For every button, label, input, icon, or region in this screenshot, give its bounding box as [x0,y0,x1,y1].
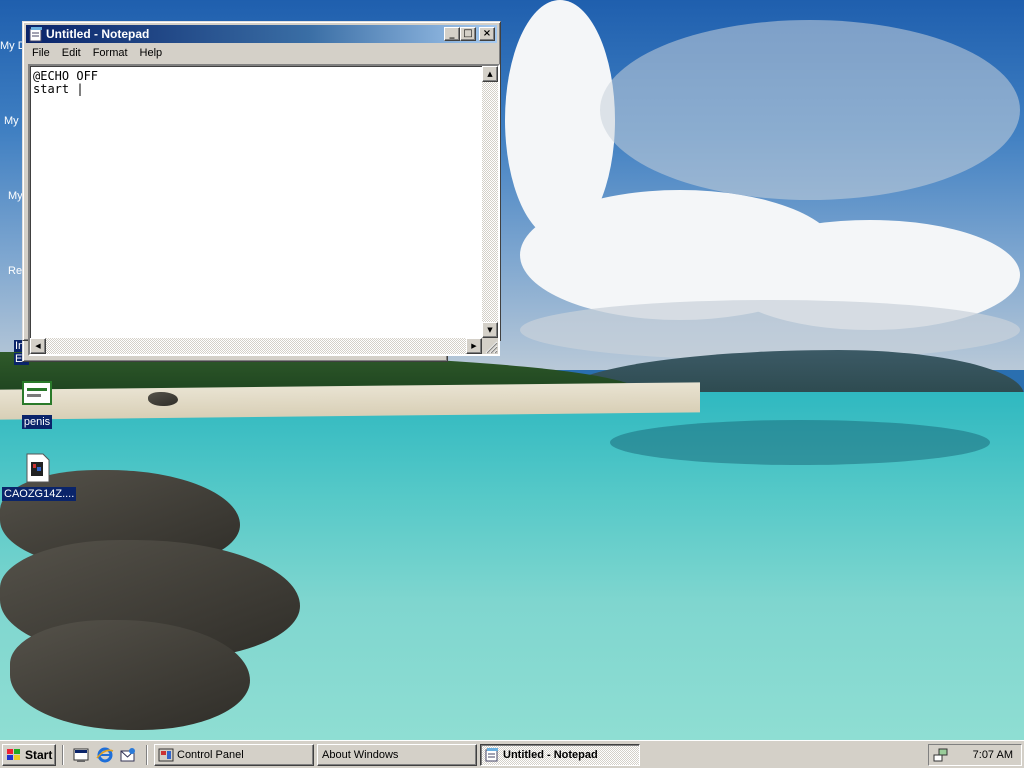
notepad-icon [485,748,498,762]
taskbar-separator [62,745,64,765]
menu-format[interactable]: Format [87,44,134,59]
scroll-down-button[interactable]: ▼ [482,322,498,338]
taskbar: Start Control Panel About Windows Untitl… [0,740,1024,768]
desktop-icon-label: CAOZG14Z.... [2,487,77,501]
windows-flag-icon [7,749,20,760]
desktop-icon-label-my-network[interactable]: My [8,190,23,202]
wallpaper-rock [148,392,178,406]
desktop-icon-label-recycle-bin[interactable]: Re [8,265,22,277]
desktop-icon-caozg14z[interactable]: CAOZG14Z.... [2,452,77,501]
menu-bar: File Edit Format Help [26,44,497,63]
scroll-up-button[interactable]: ▲ [482,66,498,82]
image-file-icon [21,452,53,484]
desktop-icon-penis[interactable]: penis [2,380,72,429]
task-button-about-windows[interactable]: About Windows [317,744,477,766]
close-button[interactable]: × [479,27,495,41]
wallpaper-cloud [600,20,1020,200]
wallpaper-reef [610,420,990,465]
internet-explorer-icon[interactable] [96,746,114,764]
minimize-button[interactable]: _ [444,27,460,41]
desktop-icon-label-my-computer[interactable]: My [4,115,19,127]
horizontal-scrollbar[interactable]: ◀ ▶ [30,338,482,354]
scroll-right-button[interactable]: ▶ [466,338,482,354]
control-panel-icon [158,748,174,762]
task-button-notepad[interactable]: Untitled - Notepad [480,744,640,766]
notepad-titlebar[interactable]: Untitled - Notepad _ □ × [26,25,497,43]
clock[interactable]: 7:07 AM [973,745,1013,765]
desktop-icon-label: penis [21,415,53,429]
editor-content[interactable]: @ECHO OFF start | [32,68,480,336]
resize-grip-icon[interactable] [482,338,498,354]
outlook-express-icon[interactable] [119,746,137,764]
task-label: About Windows [322,749,399,761]
system-tray: 7:07 AM [928,744,1022,766]
notepad-icon [29,27,42,42]
show-desktop-icon[interactable] [72,746,90,764]
network-status-icon[interactable] [933,747,949,763]
menu-help[interactable]: Help [134,44,169,59]
start-label: Start [25,748,53,762]
text-editor[interactable]: @ECHO OFF start | ▲ ▼ ◀ ▶ [28,64,500,356]
vertical-scrollbar[interactable]: ▲ ▼ [482,66,498,338]
maximize-button[interactable]: □ [460,27,476,41]
task-label: Control Panel [177,749,244,761]
menu-edit[interactable]: Edit [56,44,87,59]
task-label: Untitled - Notepad [503,749,598,761]
notepad-window[interactable]: Untitled - Notepad _ □ × File Edit Format H… [22,21,501,356]
menu-file[interactable]: File [26,44,56,59]
window-title: Untitled - Notepad [46,27,150,41]
task-button-control-panel[interactable]: Control Panel [154,744,314,766]
document-icon [21,380,53,412]
taskbar-separator [146,745,148,765]
start-button[interactable]: Start [2,744,56,766]
scroll-left-button[interactable]: ◀ [30,338,46,354]
